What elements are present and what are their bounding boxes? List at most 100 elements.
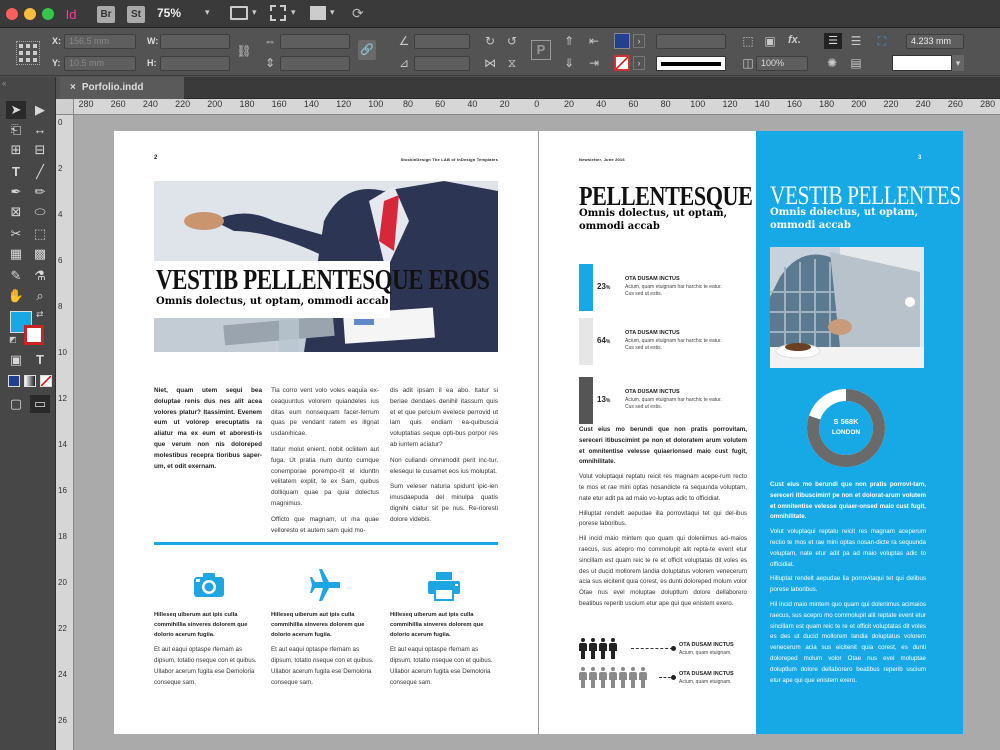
chevron-down-icon[interactable]: ▾ bbox=[952, 55, 964, 71]
vertical-ruler[interactable]: 0 2 4 6 8 10 12 14 16 18 20 22 24 26 bbox=[56, 115, 74, 750]
people-icons-row-2 bbox=[579, 667, 655, 691]
object-style-dropdown[interactable] bbox=[892, 55, 952, 71]
text-wrap-icon[interactable]: ▤ bbox=[848, 56, 864, 70]
pen-tool-icon[interactable]: ✒ bbox=[6, 183, 26, 201]
wrap-icon[interactable]: ✺ bbox=[824, 56, 840, 70]
rotate-ccw-icon[interactable]: ↺ bbox=[504, 34, 520, 48]
close-window-button[interactable] bbox=[6, 8, 18, 20]
shear-field[interactable] bbox=[414, 56, 470, 71]
content-placer-icon[interactable]: ⊟ bbox=[30, 141, 50, 159]
line-tool-icon[interactable]: ╱ bbox=[30, 163, 50, 181]
scale-x-field[interactable] bbox=[280, 34, 350, 49]
stroke-color-box[interactable] bbox=[24, 325, 44, 345]
formatting-container-icon[interactable]: ▣ bbox=[6, 351, 26, 369]
preview-mode-icon[interactable]: ▭ bbox=[30, 395, 50, 413]
zoom-tool-icon[interactable]: ⌕ bbox=[30, 287, 50, 305]
gradient-swatch-tool-icon[interactable]: ▦ bbox=[6, 245, 26, 263]
fitting-content-icon[interactable]: ▣ bbox=[762, 34, 778, 48]
apply-color-icon[interactable] bbox=[8, 375, 20, 387]
note-tool-icon[interactable]: ✎ bbox=[6, 267, 26, 285]
publish-online-icon[interactable]: ⟳ bbox=[352, 5, 364, 22]
screen-mode-normal-icon[interactable]: ▢ bbox=[6, 395, 26, 413]
constrain-proportions-icon[interactable]: ⛓ bbox=[236, 44, 252, 58]
stock-button[interactable]: St bbox=[127, 6, 145, 23]
stat-value: 13% bbox=[597, 395, 611, 404]
flip-vertical-icon[interactable]: ⧖ bbox=[504, 56, 520, 70]
reference-point-icon[interactable] bbox=[16, 41, 40, 65]
stroke-weight-dropdown[interactable] bbox=[656, 34, 726, 49]
free-transform-tool-icon[interactable]: ⬚ bbox=[30, 225, 50, 243]
scale-y-field[interactable] bbox=[280, 56, 350, 71]
scissors-tool-icon[interactable]: ✂ bbox=[6, 225, 26, 243]
stroke-type-dropdown[interactable] bbox=[656, 56, 726, 71]
gap-tool-icon[interactable]: ↔ bbox=[30, 121, 50, 139]
auto-fit-icon[interactable]: ⛶ bbox=[874, 34, 890, 48]
minimize-window-button[interactable] bbox=[24, 8, 36, 20]
hand-tool-icon[interactable]: ✋ bbox=[6, 287, 26, 305]
align-center-icon[interactable]: ☰ bbox=[848, 34, 864, 48]
blue-panel-p1: Volut voluptaqui reptatu reicit res magn… bbox=[770, 528, 926, 568]
width-field[interactable] bbox=[160, 34, 230, 49]
right-page[interactable]: Newsletter, June 2016 PELLENTESQUE DOR O… bbox=[538, 131, 963, 734]
ruler-tick-label: 0 bbox=[58, 118, 63, 127]
fill-swatch[interactable] bbox=[614, 33, 630, 49]
zoom-level[interactable]: 75% bbox=[157, 6, 181, 20]
apply-gradient-icon[interactable] bbox=[24, 375, 36, 387]
select-content-icon[interactable]: ⇓ bbox=[561, 56, 577, 70]
arrange-documents-icon[interactable] bbox=[310, 6, 326, 20]
bridge-button[interactable]: Br bbox=[97, 6, 115, 23]
rotate-cw-icon[interactable]: ↻ bbox=[482, 34, 498, 48]
pencil-tool-icon[interactable]: ✏ bbox=[30, 183, 50, 201]
ellipse-tool-icon[interactable]: ⬭ bbox=[30, 203, 50, 221]
swap-colors-icon[interactable]: ⇄ bbox=[36, 309, 44, 320]
view-options-icon[interactable] bbox=[230, 6, 248, 20]
document-tab[interactable]: × Porfolio.indd bbox=[60, 77, 184, 99]
horizontal-ruler[interactable]: 280 260 240 220 200 180 160 140 120 100 80 60 40 20 0 2… bbox=[74, 99, 1000, 115]
y-position-field[interactable]: 10.5 mm bbox=[64, 56, 136, 71]
fitting-frame-icon[interactable]: ⬚ bbox=[740, 34, 756, 48]
stroke-swatch[interactable] bbox=[614, 55, 630, 71]
blue-panel-p3: Hil incid maio mintem quo quam qui dolen… bbox=[770, 600, 926, 684]
flip-horizontal-icon[interactable]: ⋈ bbox=[482, 56, 498, 70]
screen-mode-icon[interactable] bbox=[270, 5, 286, 21]
direct-selection-tool-icon[interactable]: ▶ bbox=[30, 101, 50, 119]
gradient-feather-tool-icon[interactable]: ▩ bbox=[30, 245, 50, 263]
select-container-icon[interactable]: ⇑ bbox=[561, 34, 577, 48]
rectangle-frame-tool-icon[interactable]: ⊠ bbox=[6, 203, 26, 221]
title-box[interactable]: VESTIB PELLENTESQUE EROS Omnis dolectus,… bbox=[154, 261, 490, 318]
chevron-down-icon[interactable]: ▾ bbox=[205, 7, 210, 18]
blue-sidebar[interactable]: 3 VESTIB PELLENTES Omnis dolectus, ut op… bbox=[756, 131, 963, 734]
laptop-photo[interactable] bbox=[770, 247, 924, 368]
formatting-text-icon[interactable]: T bbox=[30, 351, 50, 369]
select-next-icon[interactable]: ⇥ bbox=[586, 56, 602, 70]
height-field[interactable] bbox=[160, 56, 230, 71]
ruler-tick-label: 220 bbox=[883, 99, 899, 109]
select-previous-icon[interactable]: ⇤ bbox=[586, 34, 602, 48]
default-colors-icon[interactable]: ◩ bbox=[9, 335, 17, 344]
ruler-tick-label: 2 bbox=[58, 164, 63, 173]
page-tool-icon[interactable]: ⎗ bbox=[6, 121, 26, 139]
left-page[interactable]: 2 StockInDesign The LAB of InDesign Temp… bbox=[114, 131, 538, 734]
align-left-icon[interactable]: ☰ bbox=[824, 33, 842, 49]
selection-tool-icon[interactable]: ➤ bbox=[6, 101, 26, 119]
eyedropper-tool-icon[interactable]: ⚗ bbox=[30, 267, 50, 285]
legend-2-title: OTA DUSAM INCTUS bbox=[679, 671, 734, 677]
pasteboard[interactable]: 2 StockInDesign The LAB of InDesign Temp… bbox=[74, 115, 1000, 750]
collapse-icon[interactable]: « bbox=[2, 79, 6, 88]
apply-none-icon[interactable] bbox=[40, 375, 52, 387]
close-tab-icon[interactable]: × bbox=[70, 82, 76, 93]
effects-icon[interactable]: fx. bbox=[788, 34, 801, 46]
fill-dropdown-button[interactable]: › bbox=[633, 34, 645, 48]
legend-dot-2 bbox=[671, 675, 676, 680]
zoom-window-button[interactable] bbox=[42, 8, 54, 20]
x-position-field[interactable]: 156.5 mm bbox=[64, 34, 136, 49]
stroke-dropdown-button[interactable]: › bbox=[633, 56, 645, 70]
ruler-origin[interactable] bbox=[56, 99, 74, 115]
stroke-weight-field[interactable]: 4.233 mm bbox=[906, 34, 964, 49]
type-tool-icon[interactable]: T bbox=[6, 163, 26, 181]
donut-chart[interactable]: S 568K LONDON bbox=[806, 388, 886, 468]
rotation-field[interactable] bbox=[414, 34, 470, 49]
opacity-field[interactable]: 100% bbox=[756, 56, 808, 71]
constrain-scale-icon[interactable]: 🔗 bbox=[358, 40, 376, 60]
content-collector-icon[interactable]: ⊞ bbox=[6, 141, 26, 159]
